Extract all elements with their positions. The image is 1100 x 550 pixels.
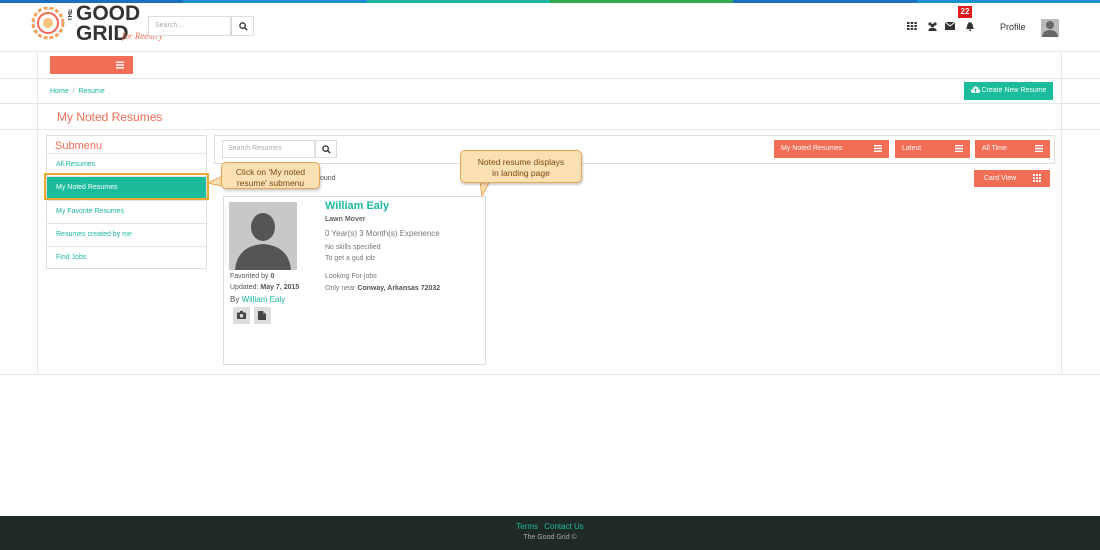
filter-my-noted-resumes-dropdown[interactable]: My Noted Resumes — [774, 140, 889, 158]
filter-sort-label: Latest — [902, 145, 922, 152]
candidate-objective: To get a gud job — [325, 255, 375, 262]
candidate-photo — [229, 202, 297, 270]
candidate-role: Lawn Mover — [325, 216, 366, 223]
document-icon — [258, 311, 266, 320]
logo-word-good: GOOD — [76, 2, 141, 25]
content-bottom-divider — [0, 374, 1100, 375]
cloud-upload-icon — [970, 86, 980, 93]
page-title: My Noted Resumes — [57, 110, 163, 124]
submenu-title: Submenu — [55, 140, 103, 152]
candidate-name[interactable]: William Ealy — [325, 200, 389, 212]
envelope-icon[interactable] — [945, 22, 955, 30]
grid-icon — [1033, 174, 1041, 182]
list-icon — [955, 145, 963, 152]
card-view-toggle-button[interactable]: Card View — [974, 170, 1050, 187]
landing-hint-callout: Noted resume displays in landing page — [460, 150, 582, 183]
site-footer: Terms Contact Us The Good Grid © — [0, 516, 1100, 550]
callout-pointer-down — [479, 181, 491, 197]
author-link[interactable]: William Ealy — [242, 295, 286, 304]
breadcrumb: Home / Resume — [50, 88, 105, 95]
avatar[interactable] — [1041, 19, 1059, 37]
menu-toggle-button[interactable] — [50, 56, 133, 74]
footer-copyright: The Good Grid © — [523, 534, 577, 541]
author-byline: By William Ealy — [230, 295, 286, 304]
submenu-panel: Submenu All Resumes My Noted Resumes My … — [46, 135, 207, 269]
users-icon[interactable] — [927, 22, 938, 31]
footer-contact-link[interactable]: Contact Us — [544, 522, 584, 531]
card-view-label: Card View — [984, 175, 1017, 182]
breadcrumb-separator: / — [72, 88, 75, 95]
apps-grid-icon[interactable] — [907, 22, 917, 30]
submenu-hint-line-1: Click on 'My noted — [235, 167, 306, 177]
submenu-item-my-favorite-resumes[interactable]: My Favorite Resumes — [47, 200, 206, 223]
menu-bar — [0, 52, 1100, 79]
title-bar — [0, 103, 1100, 130]
resume-search-button[interactable] — [315, 140, 337, 158]
breadcrumb-current[interactable]: Resume — [79, 88, 105, 95]
user-silhouette-icon — [235, 213, 291, 270]
breadcrumb-home[interactable]: Home — [50, 88, 69, 95]
filter-noted-label: My Noted Resumes — [781, 145, 843, 152]
landing-hint-line-1: Noted resume displays — [477, 157, 565, 167]
list-icon — [1035, 145, 1043, 152]
active-item-highlight — [44, 173, 209, 200]
candidate-experience: 0 Year(s) 3 Month(s) Experience — [325, 229, 440, 238]
results-count-text: ound — [320, 175, 336, 182]
bell-icon[interactable] — [966, 22, 974, 31]
candidate-skills: No skills specified — [325, 244, 381, 251]
search-icon — [239, 22, 248, 31]
header-search-input[interactable]: Search... — [148, 16, 231, 36]
photo-button[interactable] — [233, 307, 250, 324]
filter-time-label: All Time — [982, 145, 1007, 152]
favorited-count: 0 — [270, 273, 275, 280]
favorited-by: Favorited by 0 — [230, 273, 275, 280]
submenu-hint-callout: Click on 'My noted resume' submenu — [221, 162, 320, 189]
create-new-resume-label: Create New Resume — [981, 87, 1047, 94]
filter-latest-dropdown[interactable]: Latest — [895, 140, 970, 158]
logo-the-text: THE — [68, 9, 74, 21]
resume-search-input[interactable]: Search Resumes — [222, 140, 315, 158]
updated-date: Updated: May 7, 2015 — [230, 284, 300, 291]
hamburger-icon — [116, 61, 124, 69]
user-silhouette-icon — [1042, 21, 1058, 37]
header-search-button[interactable] — [231, 16, 254, 36]
candidate-looking-for: Looking For jobs — [325, 273, 377, 280]
document-button[interactable] — [254, 307, 271, 324]
candidate-location: Only near Conway, Arkansas 72032 — [325, 285, 441, 292]
breadcrumb-bar — [0, 79, 1100, 104]
list-icon — [874, 145, 882, 152]
submenu-item-resumes-created-by-me[interactable]: Resumes created by me — [47, 223, 206, 246]
notification-count-badge: 22 — [958, 6, 972, 18]
logo-sun-icon — [31, 6, 65, 40]
logo-word-grid: GRID — [76, 22, 129, 45]
search-icon — [322, 145, 331, 154]
create-new-resume-button[interactable]: Create New Resume — [964, 82, 1053, 100]
landing-hint-line-2: in landing page — [492, 168, 550, 178]
submenu-hint-line-2: resume' submenu — [236, 178, 305, 188]
footer-terms-link[interactable]: Terms — [516, 522, 538, 531]
profile-link[interactable]: Profile — [1000, 22, 1026, 32]
filter-all-time-dropdown[interactable]: All Time — [975, 140, 1050, 158]
camera-icon — [237, 311, 246, 319]
footer-links: Terms Contact Us — [0, 522, 1100, 531]
submenu-item-find-jobs[interactable]: Find Jobs — [47, 246, 206, 269]
